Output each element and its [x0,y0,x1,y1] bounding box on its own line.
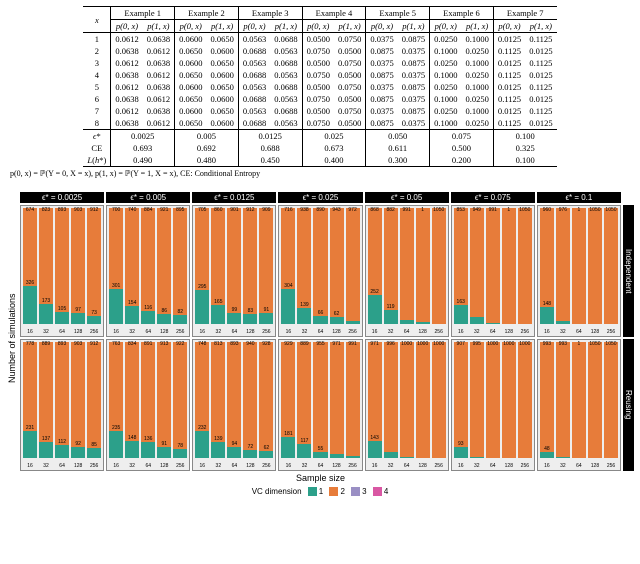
table-row: 40.06380.06120.06500.06000.06880.05630.0… [83,69,556,81]
summary-row: ϵ*0.00250.0050.01250.0250.0500.0750.100 [83,130,556,143]
table-row: 80.06380.06120.06500.06000.06880.05630.0… [83,117,556,130]
table-row: 50.06120.06380.06000.06500.05630.06880.0… [83,81,556,93]
table-row: 20.06380.06120.06500.06000.06880.05630.0… [83,45,556,57]
summary-row: L(h*)0.4900.4800.4500.4000.3000.2000.100 [83,154,556,167]
strip-c1: ϵ* = 0.005 [106,192,190,203]
facet-plot: 705295860165901999128390991163264128256 [192,205,276,337]
table-row: 30.06120.06380.06000.06500.05630.06880.0… [83,57,556,69]
ex-5: Example 5 [366,7,430,20]
facet-plot: 86825288211999111050163264128256 [365,205,449,337]
y-axis-label: Number of simulations [6,205,18,471]
facet-grid: ϵ* = 0.0025 ϵ* = 0.005 ϵ* = 0.0125 ϵ* = … [6,192,634,483]
strip-r0: Independent [623,205,634,337]
table-row: 60.06380.06120.06500.06000.06880.05630.0… [83,93,556,105]
facet-plot: 7163049381398906694362972163264128256 [278,205,362,337]
ex-6: Example 6 [430,7,494,20]
facet-plot: 971143996100010001000163264128256 [365,339,449,471]
ex-4: Example 4 [302,7,366,20]
swatch-4 [373,487,382,496]
facet-plot: 7003017401548841169218689582163264128256 [106,205,190,337]
facet-plot: 748232813139893949407292862163264128256 [192,339,276,471]
legend: VC dimension 1 2 3 4 [6,487,634,496]
strip-c5: ϵ* = 0.075 [451,192,535,203]
swatch-3 [351,487,360,496]
strip-c3: ϵ* = 0.025 [278,192,362,203]
facet-plot: 85316394999111050163264128256 [451,205,535,337]
facet-plot: 92918188911795555971991163264128256 [278,339,362,471]
facet-plot: 99348993110501050163264128256 [537,339,621,471]
ex-2: Example 2 [175,7,239,20]
legend-title: VC dimension [252,487,302,496]
facet-plot: 7632358341488911369139192278163264128256 [106,339,190,471]
ex-1: Example 1 [111,7,175,20]
strip-c6: ϵ* = 0.1 [537,192,621,203]
facet-plot: 7782318891378931129039291285163264128256 [20,339,104,471]
x-axis-label: Sample size [20,473,621,483]
strip-c2: ϵ* = 0.0125 [192,192,276,203]
ex-7: Example 7 [493,7,556,20]
probability-table: x Example 1 Example 2 Example 3 Example … [83,6,556,167]
facet-plot: 960148976110501050163264128256 [537,205,621,337]
facet-plot: 6743268231738931059039791273163264128256 [20,205,104,337]
table-row: 10.06120.06380.06000.06500.05630.06880.0… [83,33,556,46]
table-row: 70.06120.06380.06000.06500.05630.06880.0… [83,105,556,117]
strip-c0: ϵ* = 0.0025 [20,192,104,203]
col-x: x [83,7,110,33]
strip-c4: ϵ* = 0.05 [365,192,449,203]
table-footnote: p(0, x) = ℙ(Y = 0, X = x), p(1, x) = ℙ(Y… [10,169,634,178]
facet-plot: 90793995100010001000163264128256 [451,339,535,471]
strip-r1: Reusing [623,339,634,471]
swatch-2 [329,487,338,496]
swatch-1 [308,487,317,496]
summary-row: CE0.6930.6920.6880.6730.6110.5000.325 [83,142,556,154]
ex-3: Example 3 [238,7,302,20]
